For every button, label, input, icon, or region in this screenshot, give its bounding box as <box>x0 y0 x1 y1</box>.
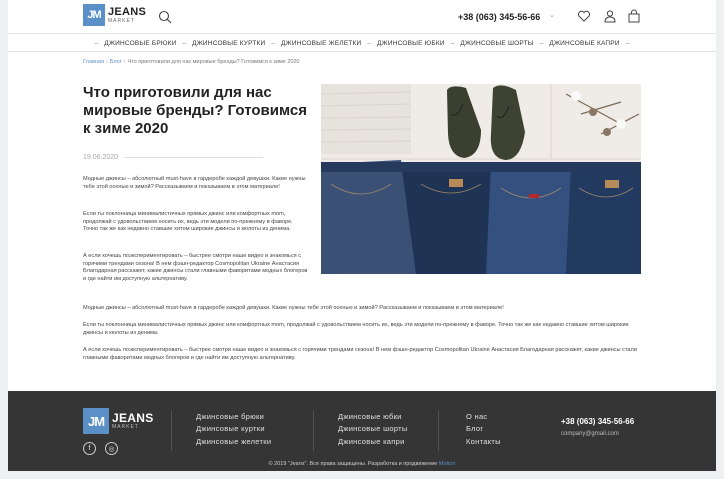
breadcrumb-current: Что приготовили для нас мировые бренды? … <box>127 59 300 65</box>
category-nav: – ДЖИНСОВЫЕ БРЮКИ – ДЖИНСОВЫЕ КУРТКИ – Д… <box>8 35 716 52</box>
footer-divider <box>313 411 314 451</box>
search-icon[interactable] <box>158 10 172 24</box>
footer-link-jeans-shorts[interactable]: Джинсовые шорты <box>338 424 408 433</box>
page: JM JEANS MARKET +38 (063) 345-56-66 ⌄ – … <box>8 0 716 471</box>
divider <box>124 157 263 158</box>
heart-icon[interactable] <box>577 9 591 23</box>
footer-link-blog[interactable]: Блог <box>466 424 483 433</box>
footer-link-jeans-capri[interactable]: Джинсовые капри <box>338 437 405 446</box>
logo-name: JEANS <box>108 5 147 18</box>
breadcrumb-blog[interactable]: Блог <box>110 59 122 65</box>
article-date-row: 19.06.2020 <box>83 154 263 161</box>
chevron-down-icon[interactable]: ⌄ <box>549 11 555 19</box>
instagram-icon[interactable]: ◎ <box>105 442 118 455</box>
user-icon[interactable] <box>603 9 617 23</box>
cart-icon[interactable] <box>627 9 641 23</box>
article-paragraph-2: Если ты поклонница минималистичных прямы… <box>83 211 293 233</box>
nav-item-jeans-capri[interactable]: ДЖИНСОВЫЕ КАПРИ <box>543 40 625 47</box>
footer-link-jeans-jackets[interactable]: Джинсовые куртки <box>196 424 265 433</box>
article-paragraph-3: А если хочешь поэкспериментировать – быс… <box>83 253 308 282</box>
site-footer: JM JEANS MARKET f ◎ Джинсовые брюки Джин… <box>8 391 716 471</box>
footer-link-jeans-skirts[interactable]: Джинсовые юбки <box>338 412 402 421</box>
article-paragraph-5: Если ты поклонница минималистичных прямы… <box>83 322 629 336</box>
footer-logo-mark: JM <box>83 408 109 434</box>
nav-item-jeans-jackets[interactable]: ДЖИНСОВЫЕ КУРТКИ <box>186 40 271 47</box>
logo-sub: MARKET <box>108 17 135 24</box>
site-logo[interactable]: JM JEANS MARKET <box>83 4 146 26</box>
footer-logo-name: JEANS <box>112 411 154 425</box>
article-paragraph-1: Модные джинсы – абсолютный must-have в г… <box>83 176 306 190</box>
breadcrumb: Главная › Блог › Что приготовили для нас мир… <box>83 59 300 65</box>
footer-link-jeans-trousers[interactable]: Джинсовые брюки <box>196 412 264 421</box>
footer-divider <box>171 411 172 451</box>
logo-mark: JM <box>83 4 105 26</box>
footer-phone[interactable]: +38 (063) 345-56-66 <box>561 417 634 426</box>
facebook-icon[interactable]: f <box>83 442 96 455</box>
footer-email[interactable]: company@gmail.com <box>561 431 619 437</box>
footer-logo-sub: MARKET <box>112 424 139 430</box>
article-title: Что приготовили для нас мировые бренды? … <box>83 84 307 137</box>
article-paragraph-6: А если хочешь поэкспериментировать – быс… <box>83 347 637 361</box>
article-paragraph-4: Модные джинсы – абсолютный must-have в г… <box>83 305 504 311</box>
nav-item-jeans-shorts[interactable]: ДЖИНСОВЫЕ ШОРТЫ <box>454 40 539 47</box>
header-phone[interactable]: +38 (063) 345-56-66 <box>458 12 540 22</box>
nav-item-jeans-skirts[interactable]: ДЖИНСОВЫЕ ЮБКИ <box>371 40 451 47</box>
copyright: © 2019 "Jeans". Все права защищены. Разр… <box>8 461 716 467</box>
nav-item-jeans-trousers[interactable]: ДЖИНСОВЫЕ БРЮКИ <box>98 40 182 47</box>
article-photo <box>321 84 641 274</box>
footer-link-jeans-vests[interactable]: Джинсовые желетки <box>196 437 271 446</box>
nav-item-jeans-vests[interactable]: ДЖИНСОВЫЕ ЖЕЛЕТКИ <box>275 40 367 47</box>
footer-link-about[interactable]: О нас <box>466 412 487 421</box>
developer-link[interactable]: Motion <box>439 461 456 467</box>
copyright-text: © 2019 "Jeans". Все права защищены. Разр… <box>268 461 438 467</box>
breadcrumb-home[interactable]: Главная <box>83 59 104 65</box>
site-header: JM JEANS MARKET +38 (063) 345-56-66 ⌄ <box>8 0 716 34</box>
footer-divider <box>438 411 439 451</box>
footer-logo[interactable]: JM JEANS MARKET <box>83 408 154 434</box>
footer-link-contacts[interactable]: Контакты <box>466 437 501 446</box>
article-date: 19.06.2020 <box>83 154 119 161</box>
